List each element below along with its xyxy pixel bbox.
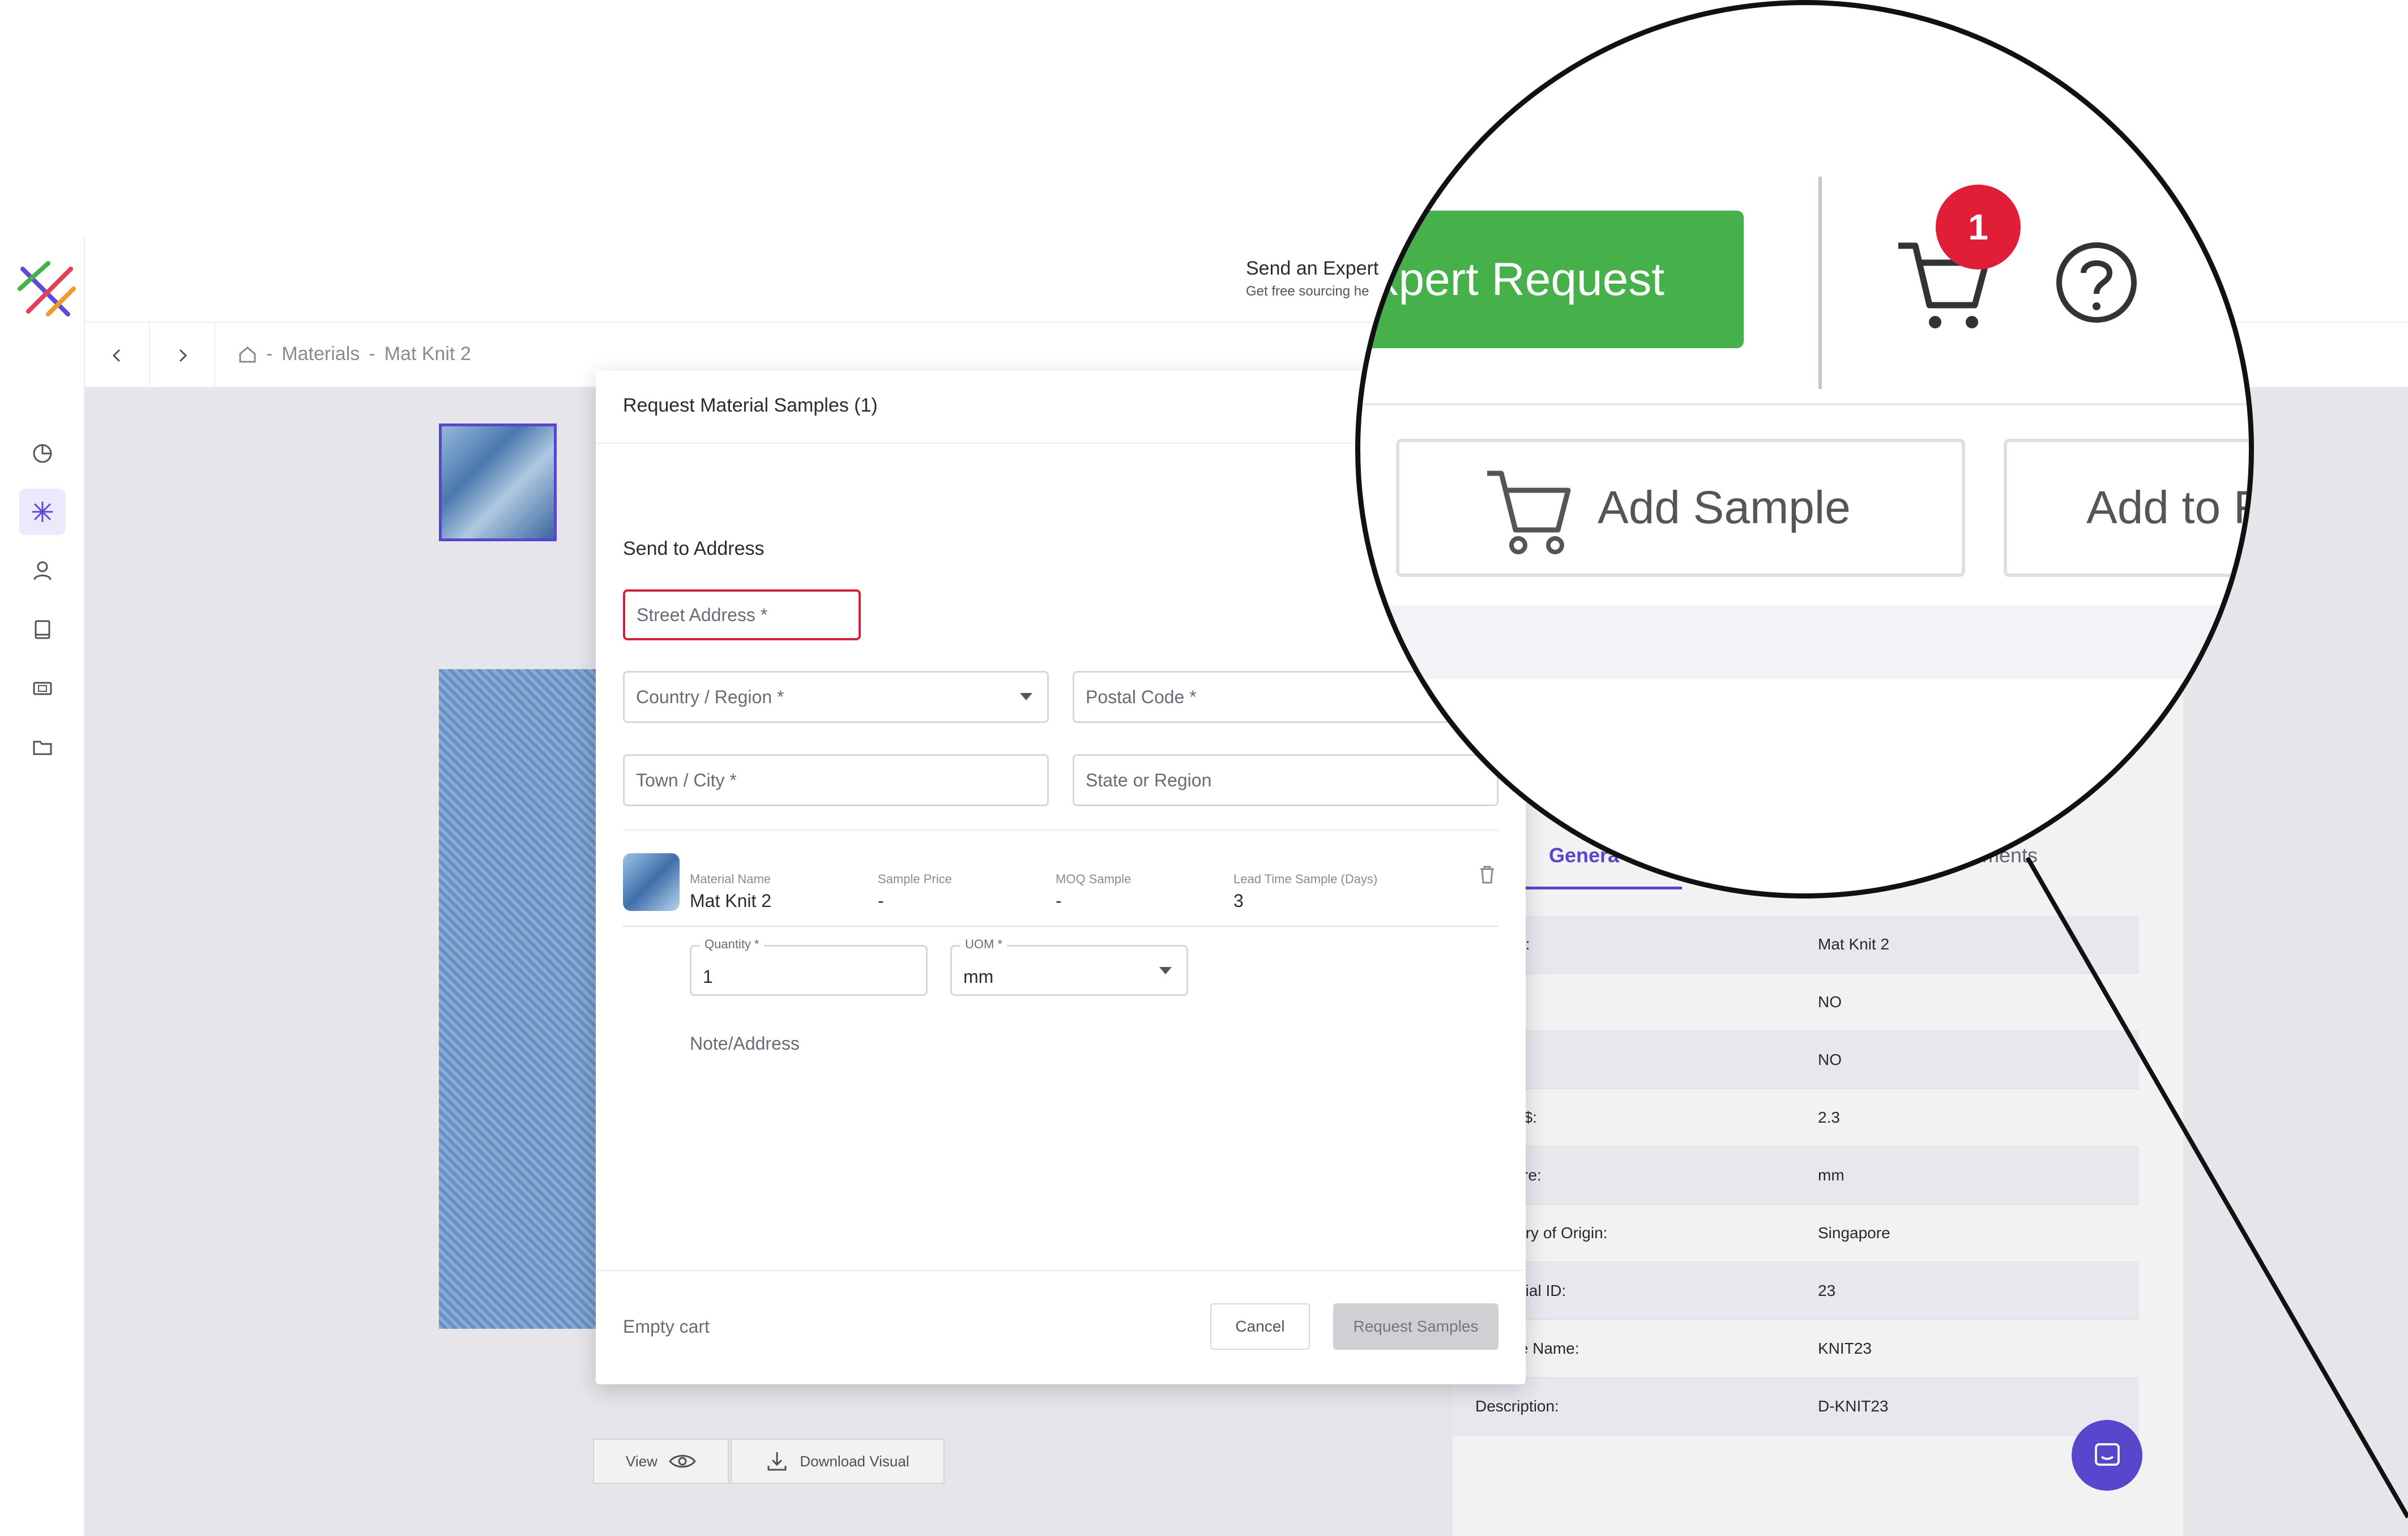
zoom-pointer-line	[2025, 857, 2408, 1518]
